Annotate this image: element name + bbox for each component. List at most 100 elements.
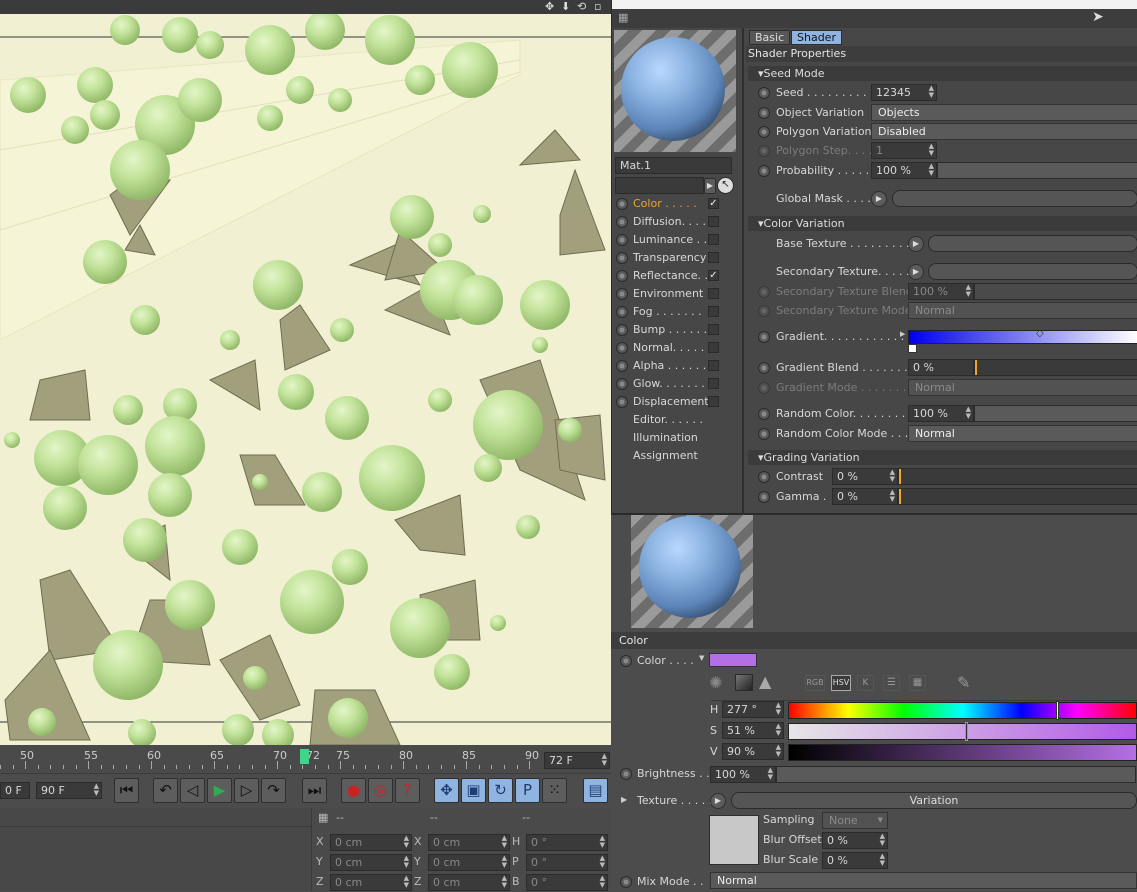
- probability-slider[interactable]: [937, 162, 1137, 179]
- saturation-slider-knob[interactable]: [964, 722, 968, 741]
- scene-sphere[interactable]: [28, 708, 56, 736]
- material-name-field[interactable]: Mat.1: [615, 157, 732, 174]
- seed-field[interactable]: 12345 ▲ ▼: [871, 84, 937, 101]
- scene-sphere[interactable]: [490, 615, 506, 631]
- random-color-anim-radio[interactable]: [758, 408, 770, 420]
- texture-expand-icon[interactable]: ▶: [621, 795, 627, 804]
- channel-item[interactable]: Fog . . . . . . .: [616, 303, 741, 321]
- channel-item[interactable]: Alpha . . . . . .: [616, 357, 741, 375]
- scene-cone[interactable]: [518, 129, 581, 166]
- rotate-view-icon[interactable]: ⟲: [577, 0, 586, 13]
- scene-sphere[interactable]: [330, 318, 354, 342]
- key-rotation-button[interactable]: ↻: [488, 778, 513, 803]
- probability-field[interactable]: 100 % ▲ ▼: [871, 162, 937, 179]
- scene-sphere[interactable]: [77, 67, 113, 103]
- gamma-marker[interactable]: [899, 489, 901, 504]
- start-frame-field[interactable]: 0 F: [0, 782, 30, 799]
- viewport[interactable]: ✥ ⬇ ⟲ ▫: [0, 0, 611, 745]
- scene-cone[interactable]: [239, 454, 306, 506]
- base-texture-shader-field[interactable]: [928, 235, 1137, 252]
- coord-field[interactable]: 0 cm ▲ ▼: [330, 874, 412, 891]
- scene-sphere[interactable]: [280, 570, 344, 634]
- channel-item[interactable]: Reflectance. . ✓: [616, 267, 741, 285]
- object-variation-anim-radio[interactable]: [758, 107, 770, 119]
- coord-field[interactable]: 0 cm ▲ ▼: [428, 854, 510, 871]
- scene-sphere[interactable]: [328, 88, 352, 112]
- scene-sphere[interactable]: [405, 65, 435, 95]
- channel-checkbox[interactable]: [708, 360, 719, 371]
- channel-checkbox[interactable]: [708, 234, 719, 245]
- scene-sphere[interactable]: [130, 305, 160, 335]
- channel-radio[interactable]: [616, 288, 628, 300]
- gradient-blend-marker[interactable]: [975, 360, 977, 375]
- scene-sphere[interactable]: [302, 472, 342, 512]
- gradient-expand-icon[interactable]: ▶: [900, 330, 905, 338]
- channel-checkbox[interactable]: ✓: [708, 270, 719, 281]
- scene-sphere[interactable]: [178, 78, 222, 122]
- gamma-field[interactable]: 0 % ▲ ▼: [832, 488, 898, 505]
- probability-anim-radio[interactable]: [758, 165, 770, 177]
- scene-sphere[interactable]: [220, 330, 240, 350]
- scene-sphere[interactable]: [110, 15, 140, 45]
- gradient-blend-field[interactable]: 0 %: [908, 359, 974, 376]
- autokey-button[interactable]: ◎: [368, 778, 393, 803]
- channel-checkbox[interactable]: [708, 342, 719, 353]
- polygon-variation-anim-radio[interactable]: [758, 126, 770, 138]
- value-slider[interactable]: [788, 744, 1137, 761]
- material-section-item[interactable]: Assignment: [633, 449, 698, 462]
- mixer-mode-icon[interactable]: ☰: [883, 675, 900, 691]
- scene-sphere[interactable]: [196, 31, 224, 59]
- scene-cone[interactable]: [279, 304, 331, 371]
- hue-field[interactable]: 277 ° ▲ ▼: [722, 701, 784, 718]
- channel-item[interactable]: Color . . . . . ✓: [616, 195, 741, 213]
- channel-radio[interactable]: [616, 396, 628, 408]
- scene-sphere[interactable]: [365, 15, 415, 65]
- channel-checkbox[interactable]: [708, 396, 719, 407]
- contrast-slider[interactable]: [898, 468, 1137, 485]
- coord-field[interactable]: 0 cm ▲ ▼: [330, 854, 412, 871]
- scene-sphere[interactable]: [110, 140, 170, 200]
- mix-mode-anim-radio[interactable]: [620, 876, 632, 888]
- channel-radio[interactable]: [616, 234, 628, 246]
- global-mask-menu-button[interactable]: ▶: [871, 191, 887, 207]
- channel-item[interactable]: Luminance . .: [616, 231, 741, 249]
- record-keys-button[interactable]: ●: [341, 778, 366, 803]
- scene-sphere[interactable]: [83, 240, 127, 284]
- scene-sphere[interactable]: [428, 388, 452, 412]
- saturation-field[interactable]: 51 % ▲ ▼: [722, 722, 784, 739]
- channel-item[interactable]: Environment: [616, 285, 741, 303]
- coord-field[interactable]: 0 cm ▲ ▼: [428, 874, 510, 891]
- material-pick-icon[interactable]: ↖: [717, 177, 734, 194]
- value-field[interactable]: 90 % ▲ ▼: [722, 743, 784, 760]
- gradient-color-knot[interactable]: [908, 344, 917, 353]
- scene-sphere[interactable]: [520, 280, 570, 330]
- channel-radio[interactable]: [616, 306, 628, 318]
- scene-sphere[interactable]: [473, 390, 543, 460]
- scene-sphere[interactable]: [128, 719, 156, 745]
- global-mask-shader-field[interactable]: [892, 190, 1137, 207]
- channel-item[interactable]: Displacement: [616, 393, 741, 411]
- key-parameter-button[interactable]: P: [515, 778, 540, 803]
- scene-sphere[interactable]: [123, 518, 167, 562]
- scene-sphere[interactable]: [558, 418, 582, 442]
- color-expand-icon[interactable]: ▼: [699, 654, 704, 662]
- scene-sphere[interactable]: [434, 654, 470, 690]
- gamma-anim-radio[interactable]: [758, 491, 770, 503]
- tab-shader[interactable]: Shader: [791, 30, 842, 45]
- channel-checkbox[interactable]: [708, 252, 719, 263]
- scene-cone[interactable]: [559, 168, 606, 256]
- brightness-slider[interactable]: [776, 766, 1136, 783]
- gamma-slider[interactable]: [898, 488, 1137, 505]
- scene-sphere[interactable]: [78, 435, 138, 495]
- channel-checkbox[interactable]: [708, 324, 719, 335]
- scene-sphere[interactable]: [473, 205, 491, 223]
- coord-field[interactable]: 0 cm ▲ ▼: [330, 834, 412, 851]
- maximize-view-icon[interactable]: ▫: [594, 0, 601, 13]
- channel-checkbox[interactable]: [708, 288, 719, 299]
- scene-sphere[interactable]: [359, 445, 425, 511]
- random-color-slider[interactable]: [974, 405, 1137, 422]
- secondary-texture-shader-field[interactable]: [928, 263, 1137, 280]
- channel-item[interactable]: Diffusion. . . .: [616, 213, 741, 231]
- coord-field[interactable]: 0 cm ▲ ▼: [428, 834, 510, 851]
- scene-sphere[interactable]: [516, 515, 540, 539]
